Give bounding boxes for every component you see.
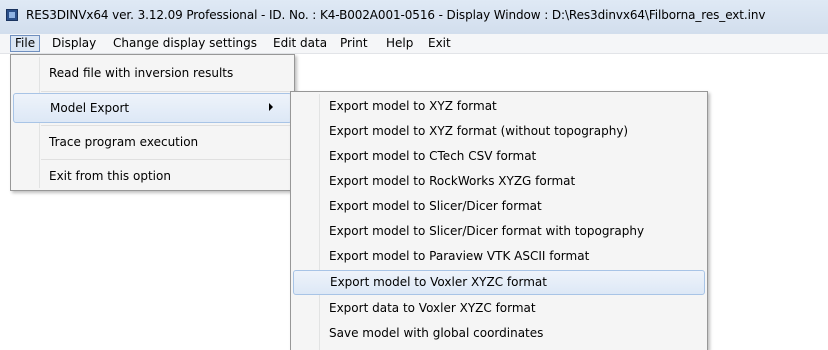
- menu-item-label: Export data to Voxler XYZC format: [329, 301, 536, 315]
- menu-item-label: Export model to Voxler XYZC format: [330, 275, 547, 289]
- menu-item-label: Export model to XYZ format: [329, 99, 497, 113]
- submenu-item-export-paraview-vtk[interactable]: Export model to Paraview VTK ASCII forma…: [293, 244, 705, 269]
- menu-help[interactable]: Help: [382, 35, 417, 52]
- submenu-item-export-ctech-csv[interactable]: Export model to CTech CSV format: [293, 144, 705, 169]
- menu-item-label: Export model to CTech CSV format: [329, 149, 537, 163]
- chevron-right-icon: [269, 103, 273, 111]
- app-window: RES3DINVx64 ver. 3.12.09 Professional - …: [0, 0, 828, 350]
- menu-file[interactable]: File: [10, 35, 41, 52]
- menu-item-label: Exit from this option: [49, 169, 171, 183]
- menu-print[interactable]: Print: [336, 35, 372, 52]
- submenu-item-export-voxler-data[interactable]: Export data to Voxler XYZC format: [293, 296, 705, 321]
- submenu-item-export-slicer-dicer[interactable]: Export model to Slicer/Dicer format: [293, 194, 705, 219]
- title-bar: RES3DINVx64 ver. 3.12.09 Professional - …: [0, 0, 828, 34]
- menu-item-model-export[interactable]: Model Export: [13, 93, 292, 123]
- menu-item-label: Export model to Slicer/Dicer format: [329, 199, 542, 213]
- menu-change-display-settings[interactable]: Change display settings: [109, 35, 261, 52]
- submenu-item-export-slicer-dicer-topo[interactable]: Export model to Slicer/Dicer format with…: [293, 219, 705, 244]
- menu-display[interactable]: Display: [48, 35, 100, 52]
- menu-separator: [41, 125, 292, 126]
- window-title: RES3DINVx64 ver. 3.12.09 Professional - …: [26, 8, 766, 22]
- model-export-submenu: Export model to XYZ format Export model …: [290, 91, 708, 350]
- menu-item-exit-option[interactable]: Exit from this option: [13, 161, 292, 191]
- submenu-item-export-rockworks[interactable]: Export model to RockWorks XYZG format: [293, 169, 705, 194]
- menu-separator: [41, 91, 292, 92]
- submenu-item-save-global-coords[interactable]: Save model with global coordinates: [293, 321, 705, 346]
- menu-edit-data[interactable]: Edit data: [269, 35, 331, 52]
- app-icon[interactable]: [6, 9, 18, 21]
- menu-item-label: Export model to XYZ format (without topo…: [329, 124, 629, 138]
- menu-separator: [41, 159, 292, 160]
- menu-item-label: Export model to Slicer/Dicer format with…: [329, 224, 645, 238]
- menu-item-trace-program[interactable]: Trace program execution: [13, 127, 292, 157]
- menu-item-label: Model Export: [50, 101, 130, 115]
- menu-item-label: Read file with inversion results: [49, 66, 234, 80]
- menu-item-label: Export model to RockWorks XYZG format: [329, 174, 576, 188]
- submenu-item-export-xyz[interactable]: Export model to XYZ format: [293, 94, 705, 119]
- menu-item-label: Trace program execution: [49, 135, 199, 149]
- menu-exit[interactable]: Exit: [424, 35, 455, 52]
- menu-bar: File Display Change display settings Edi…: [0, 34, 828, 54]
- menu-item-read-file[interactable]: Read file with inversion results: [13, 58, 292, 88]
- submenu-item-export-voxler-model[interactable]: Export model to Voxler XYZC format: [293, 270, 705, 295]
- submenu-item-export-xyz-no-topo[interactable]: Export model to XYZ format (without topo…: [293, 119, 705, 144]
- menu-item-label: Export model to Paraview VTK ASCII forma…: [329, 249, 590, 263]
- menu-item-label: Save model with global coordinates: [329, 326, 544, 340]
- file-dropdown-menu: Read file with inversion results Model E…: [10, 54, 295, 191]
